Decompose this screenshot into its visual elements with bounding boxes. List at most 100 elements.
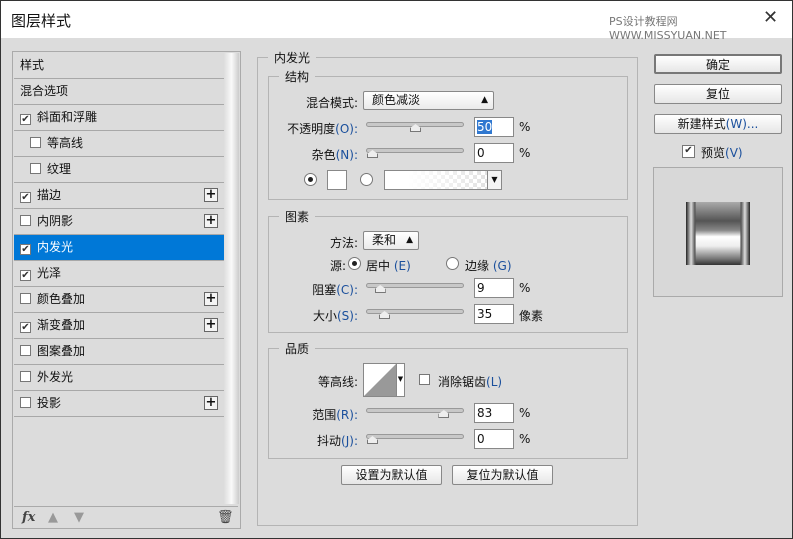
checkbox[interactable]	[20, 293, 31, 304]
quality-title: 品质	[285, 342, 310, 356]
solid-color-radio[interactable]	[304, 173, 317, 186]
reset-default-button[interactable]: 复位为默认值	[452, 465, 553, 485]
fx-icon[interactable]: fx	[22, 510, 35, 525]
sidebar-item[interactable]: ✔ 描边 +	[14, 183, 224, 209]
sidebar-item-label: 斜面和浮雕	[37, 110, 98, 124]
move-down-icon[interactable]: ▼	[74, 510, 84, 525]
checkbox[interactable]	[20, 215, 31, 226]
opacity-slider[interactable]	[366, 122, 464, 132]
sidebar-item[interactable]: 投影 +	[14, 391, 224, 417]
sidebar-item[interactable]: 图案叠加	[14, 339, 224, 365]
method-select[interactable]: 柔和 ▲	[363, 231, 419, 250]
gradient-radio[interactable]	[360, 173, 373, 186]
opacity-input[interactable]: 50	[474, 117, 514, 137]
checkbox[interactable]: ✔	[20, 270, 31, 281]
percent-unit: %	[519, 406, 531, 420]
sidebar-item[interactable]: 混合选项	[14, 79, 224, 105]
sidebar-item[interactable]: 颜色叠加 +	[14, 287, 224, 313]
contour-picker[interactable]: ▼	[363, 363, 405, 397]
sidebar-item[interactable]: 等高线	[14, 131, 224, 157]
new-style-button[interactable]: 新建样式(W)...	[654, 114, 782, 134]
percent-unit: %	[519, 432, 531, 446]
sidebar-item-label: 等高线	[47, 136, 84, 150]
group-title: 内发光	[274, 51, 311, 65]
method-value: 柔和	[372, 233, 397, 247]
color-swatch[interactable]	[327, 170, 347, 190]
trash-icon[interactable]: 🗑	[217, 510, 234, 525]
antialias-checkbox[interactable]	[419, 374, 430, 385]
size-input[interactable]: 35	[474, 304, 514, 324]
reset-button[interactable]: 复位	[654, 84, 782, 104]
slider-thumb[interactable]	[374, 285, 386, 293]
noise-slider[interactable]	[366, 148, 464, 158]
sidebar-item[interactable]: ✔ 内发光	[14, 235, 224, 261]
sidebar-item-label: 样式	[20, 58, 45, 72]
sidebar-item-label: 光泽	[37, 266, 62, 280]
preview-thumbnail	[686, 202, 750, 265]
add-icon[interactable]: +	[204, 214, 218, 228]
add-icon[interactable]: +	[204, 188, 218, 202]
checkbox[interactable]: ✔	[20, 244, 31, 255]
slider-thumb[interactable]	[438, 410, 450, 418]
choke-input[interactable]: 9	[474, 278, 514, 298]
jitter-input[interactable]: 0	[474, 429, 514, 449]
blend-mode-label: 混合模式:	[305, 96, 358, 110]
sidebar-item-label: 投影	[37, 396, 62, 410]
blend-mode-value: 颜色减淡	[372, 93, 421, 107]
sidebar-item[interactable]: 外发光	[14, 365, 224, 391]
add-icon[interactable]: +	[204, 396, 218, 410]
checkbox[interactable]: ✔	[20, 114, 31, 125]
checkbox[interactable]	[20, 397, 31, 408]
sidebar-item[interactable]: 纹理	[14, 157, 224, 183]
structure-title: 结构	[285, 70, 310, 84]
dropdown-icon: ▼	[487, 171, 501, 189]
range-input[interactable]: 83	[474, 403, 514, 423]
slider-thumb[interactable]	[367, 436, 378, 444]
edge-label: 边缘 (G)	[465, 259, 512, 273]
percent-unit: %	[519, 146, 531, 160]
checkbox[interactable]	[20, 345, 31, 356]
preview-checkbox[interactable]: ✔	[682, 145, 695, 158]
center-label: 居中 (E)	[366, 259, 411, 273]
sidebar-item-label: 内发光	[37, 240, 74, 254]
add-icon[interactable]: +	[204, 318, 218, 332]
method-label: 方法:	[329, 236, 358, 250]
jitter-slider[interactable]	[366, 434, 464, 444]
blend-mode-select[interactable]: 颜色减淡 ▲	[363, 91, 494, 110]
pixel-unit: 像素	[519, 309, 544, 323]
checkbox[interactable]: ✔	[20, 322, 31, 333]
make-default-button[interactable]: 设置为默认值	[341, 465, 442, 485]
list-toolbar: fx ▲ ▼ 🗑	[14, 506, 238, 527]
sidebar-item[interactable]: ✔ 渐变叠加 +	[14, 313, 224, 339]
source-label: 源:	[329, 259, 346, 273]
move-up-icon[interactable]: ▲	[48, 510, 58, 525]
list-scrollbar[interactable]	[224, 53, 239, 504]
noise-label: 杂色(N):	[311, 148, 358, 162]
size-label: 大小(S):	[312, 309, 358, 323]
slider-thumb[interactable]	[379, 311, 391, 319]
slider-thumb[interactable]	[410, 124, 421, 132]
source-center-radio[interactable]	[348, 257, 361, 270]
range-slider[interactable]	[366, 408, 464, 418]
choke-slider[interactable]	[366, 283, 464, 293]
close-icon[interactable]: ✕	[763, 7, 778, 28]
noise-input[interactable]: 0	[474, 143, 514, 163]
add-icon[interactable]: +	[204, 292, 218, 306]
checkbox[interactable]	[20, 371, 31, 382]
source-edge-radio[interactable]	[446, 257, 459, 270]
size-slider[interactable]	[366, 309, 464, 319]
sidebar-item[interactable]: ✔ 光泽	[14, 261, 224, 287]
sidebar-item[interactable]: 样式	[14, 53, 224, 79]
sidebar-item-label: 内阴影	[37, 214, 74, 228]
percent-unit: %	[519, 281, 531, 295]
checkbox[interactable]: ✔	[20, 192, 31, 203]
updown-icon: ▲	[406, 235, 413, 245]
ok-button[interactable]: 确定	[654, 54, 782, 74]
preview-label: 预览(V)	[701, 146, 743, 160]
gradient-picker[interactable]: ▼	[384, 170, 502, 190]
sidebar-item[interactable]: ✔ 斜面和浮雕	[14, 105, 224, 131]
slider-thumb[interactable]	[367, 150, 378, 158]
checkbox[interactable]	[30, 163, 41, 174]
sidebar-item[interactable]: 内阴影 +	[14, 209, 224, 235]
checkbox[interactable]	[30, 137, 41, 148]
